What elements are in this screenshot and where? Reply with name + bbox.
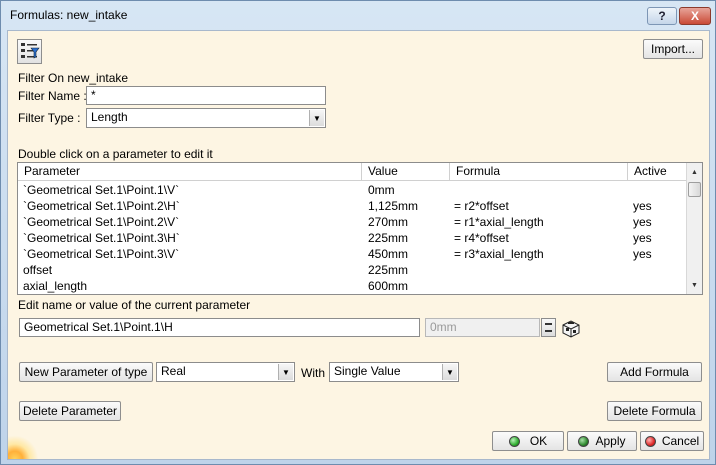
new-parameter-button[interactable]: New Parameter of type <box>19 362 153 382</box>
filter-type-value: Length <box>91 110 128 124</box>
cell-parameter: axial_length <box>23 279 88 293</box>
cell-value: 225mm <box>368 263 409 277</box>
parameter-value-input[interactable]: 0mm <box>425 318 540 337</box>
chevron-down-icon[interactable]: ▼ <box>278 364 293 380</box>
cell-value: 270mm <box>368 215 409 229</box>
cell-parameter: `Geometrical Set.1\Point.3\H` <box>23 231 180 245</box>
cell-active <box>633 182 683 198</box>
edit-parameter-label: Edit name or value of the current parame… <box>18 298 251 312</box>
table-header: Parameter Value Formula Active <box>18 163 686 181</box>
formulas-dialog: Formulas: new_intake ? X Import... Filte… <box>0 0 716 465</box>
spin-down-icon[interactable] <box>545 330 552 332</box>
apply-button[interactable]: Apply <box>567 431 637 451</box>
cell-parameter: `Geometrical Set.1\Point.2\H` <box>23 199 180 213</box>
filter-on-label: Filter On new_intake <box>18 71 129 85</box>
measure-tool-button[interactable] <box>560 317 582 338</box>
with-label: With <box>301 366 325 380</box>
filter-parameters-button[interactable] <box>17 39 42 64</box>
cell-value: 0mm <box>368 183 395 197</box>
title-bar[interactable]: Formulas: new_intake ? X <box>1 1 715 29</box>
corner-decoration <box>8 431 42 459</box>
scroll-thumb[interactable] <box>688 182 701 197</box>
scroll-down-icon[interactable]: ▼ <box>687 277 702 293</box>
table-row[interactable]: `Geometrical Set.1\Point.1\V` 0mm <box>18 182 686 198</box>
cancel-icon <box>644 435 656 447</box>
cell-value: 600mm <box>368 279 409 293</box>
column-header-value[interactable]: Value <box>362 163 450 181</box>
add-formula-button[interactable]: Add Formula <box>607 362 702 382</box>
cell-formula: = r1*axial_length <box>454 215 544 229</box>
apply-label: Apply <box>595 434 626 448</box>
delete-formula-button[interactable]: Delete Formula <box>607 401 702 421</box>
table-vertical-scrollbar[interactable]: ▲ ▼ <box>686 163 702 294</box>
ok-icon <box>508 435 520 447</box>
measure-icon <box>562 320 580 338</box>
cell-value: 225mm <box>368 231 409 245</box>
window-title: Formulas: new_intake <box>10 8 128 22</box>
parameter-name-input[interactable]: Geometrical Set.1\Point.1\H <box>19 318 420 337</box>
cell-value: 1,125mm <box>368 199 419 213</box>
help-button[interactable]: ? <box>647 7 677 25</box>
cell-active: yes <box>633 199 652 213</box>
cell-formula: = r4*offset <box>454 231 509 245</box>
filter-type-label: Filter Type : <box>18 111 81 125</box>
chevron-down-icon[interactable]: ▼ <box>309 110 324 126</box>
dialog-client-area: Import... Filter On new_intake Filter Na… <box>7 30 710 460</box>
filter-type-select[interactable]: Length ▼ <box>86 108 326 128</box>
table-row[interactable]: offset 225mm <box>18 262 686 278</box>
table-caption: Double click on a parameter to edit it <box>18 147 213 161</box>
value-spinner[interactable] <box>541 318 556 337</box>
apply-icon <box>578 435 590 447</box>
cell-formula: = r3*axial_length <box>454 247 544 261</box>
spin-up-icon[interactable] <box>545 323 552 325</box>
filter-name-label: Filter Name : <box>18 89 87 103</box>
value-kind-value: Single Value <box>334 364 401 378</box>
chevron-down-icon[interactable]: ▼ <box>442 364 457 380</box>
table-row[interactable]: `Geometrical Set.1\Point.3\V` 450mm = r3… <box>18 246 686 262</box>
ok-label: OK <box>529 434 548 448</box>
delete-parameter-button[interactable]: Delete Parameter <box>19 401 121 421</box>
ok-button[interactable]: OK <box>492 431 564 451</box>
filter-name-input[interactable]: * <box>86 86 326 105</box>
parameter-type-select[interactable]: Real ▼ <box>156 362 295 382</box>
parameter-type-value: Real <box>161 364 186 378</box>
table-row[interactable]: axial_length 600mm <box>18 278 686 294</box>
cell-formula: = r2*offset <box>454 199 509 213</box>
cell-formula <box>454 278 624 294</box>
scroll-up-icon[interactable]: ▲ <box>687 164 702 180</box>
table-row[interactable]: `Geometrical Set.1\Point.3\H` 225mm = r4… <box>18 230 686 246</box>
cell-formula <box>454 182 624 198</box>
cell-parameter: `Geometrical Set.1\Point.2\V` <box>23 215 180 229</box>
filter-list-icon <box>21 43 40 59</box>
parameters-table[interactable]: Parameter Value Formula Active `Geometri… <box>17 162 703 295</box>
cell-formula <box>454 262 624 278</box>
column-header-formula[interactable]: Formula <box>450 163 628 181</box>
value-kind-select[interactable]: Single Value ▼ <box>329 362 459 382</box>
import-button[interactable]: Import... <box>643 39 703 59</box>
table-row[interactable]: `Geometrical Set.1\Point.2\V` 270mm = r1… <box>18 214 686 230</box>
table-row[interactable]: `Geometrical Set.1\Point.2\H` 1,125mm = … <box>18 198 686 214</box>
close-button[interactable]: X <box>679 7 711 25</box>
cell-value: 450mm <box>368 247 409 261</box>
table-body: `Geometrical Set.1\Point.1\V` 0mm `Geome… <box>18 182 686 294</box>
column-header-active[interactable]: Active <box>628 163 686 181</box>
cancel-label: Cancel <box>661 434 700 448</box>
cell-active: yes <box>633 231 652 245</box>
cancel-button[interactable]: Cancel <box>640 431 704 451</box>
cell-active <box>633 278 683 294</box>
column-header-parameter[interactable]: Parameter <box>18 163 362 181</box>
cell-active: yes <box>633 215 652 229</box>
cell-parameter: `Geometrical Set.1\Point.1\V` <box>23 183 180 197</box>
cell-active: yes <box>633 247 652 261</box>
cell-parameter: offset <box>23 263 53 277</box>
cell-parameter: `Geometrical Set.1\Point.3\V` <box>23 247 180 261</box>
cell-active <box>633 262 683 278</box>
